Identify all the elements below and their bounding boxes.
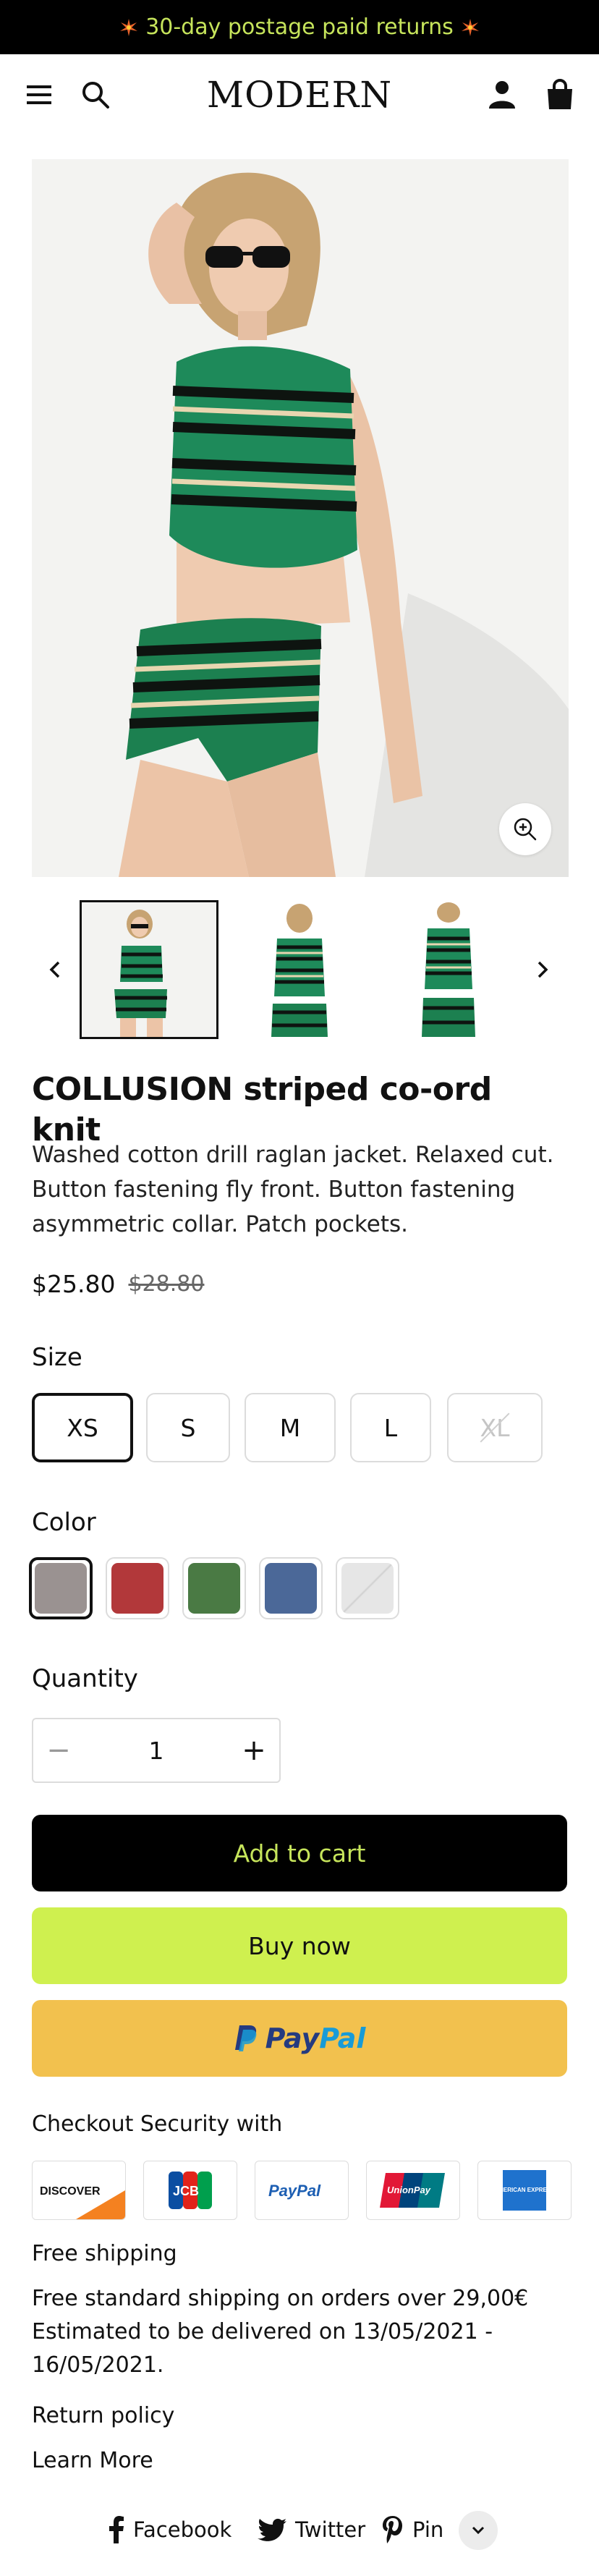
shipping-line-1: Free standard shipping on orders over 29…: [32, 2286, 529, 2311]
size-option-xl[interactable]: XL: [447, 1393, 543, 1462]
sparkle-icon: [120, 18, 138, 36]
color-swatch-red[interactable]: [106, 1557, 169, 1619]
swatch-chip: [341, 1563, 394, 1614]
size-label: Size: [32, 1343, 82, 1372]
size-option-m[interactable]: M: [245, 1393, 336, 1462]
add-to-cart-button[interactable]: Add to cart: [32, 1815, 567, 1891]
size-option-xs[interactable]: XS: [32, 1393, 133, 1462]
swatch-chip: [111, 1563, 163, 1614]
paypal-card-icon: PayPal: [255, 2161, 349, 2220]
checkout-security-title: Checkout Security with: [32, 2111, 283, 2137]
facebook-icon: [109, 2516, 124, 2543]
amex-text: AMERICAN EXPRESS: [494, 2187, 555, 2193]
quantity-stepper: − 1 +: [32, 1718, 281, 1783]
announcement-bar: 30-day postage paid returns: [0, 0, 599, 54]
sparkle-icon: [461, 18, 479, 36]
swatch-chip: [35, 1563, 87, 1614]
product-main-image[interactable]: [32, 159, 569, 877]
color-swatch-grey[interactable]: [29, 1557, 93, 1619]
twitter-icon: [258, 2518, 286, 2541]
swatch-chip: [188, 1563, 240, 1614]
thumbnail-2[interactable]: [232, 902, 367, 1037]
size-option-l[interactable]: L: [350, 1393, 431, 1462]
thumbnail-1[interactable]: [80, 900, 218, 1039]
compare-price: $28.80: [128, 1271, 205, 1297]
discover-card-icon: DISCOVER: [32, 2161, 126, 2220]
color-swatch-green[interactable]: [182, 1557, 246, 1619]
pinterest-icon: [383, 2516, 402, 2543]
chevron-down-icon: [472, 2526, 485, 2535]
paypal-pal-text: Pal: [319, 2022, 366, 2054]
product-price: $25.80: [32, 1269, 116, 1298]
paypal-button[interactable]: PayPal: [32, 2000, 567, 2077]
share-pin-label: Pin: [412, 2517, 444, 2542]
zoom-button[interactable]: [499, 803, 551, 855]
thumbnail-carousel: [0, 899, 599, 1041]
zoom-in-icon: [514, 818, 537, 841]
jcb-text: JCB: [173, 2184, 199, 2198]
thumbnail-3[interactable]: [381, 902, 516, 1037]
shipping-line-2: Estimated to be delivered on 13/05/2021 …: [32, 2319, 493, 2344]
jcb-card-icon: JCB: [143, 2161, 237, 2220]
buy-now-button[interactable]: Buy now: [32, 1907, 567, 1984]
quantity-decrease-button[interactable]: −: [33, 1719, 84, 1781]
color-swatch-light-grey[interactable]: [336, 1557, 399, 1619]
share-facebook-label: Facebook: [133, 2517, 232, 2542]
quantity-label: Quantity: [32, 1664, 138, 1693]
unionpay-text: UnionPay: [387, 2185, 431, 2195]
chevron-left-icon[interactable]: [41, 949, 69, 990]
site-logo[interactable]: MODERN: [195, 73, 404, 116]
paypal-icon: [234, 2025, 256, 2051]
free-shipping-title: Free shipping: [32, 2241, 177, 2266]
color-label: Color: [32, 1508, 96, 1537]
color-swatch-blue[interactable]: [259, 1557, 323, 1619]
shipping-line-3: 16/05/2021.: [32, 2352, 164, 2378]
share-more-button[interactable]: [459, 2511, 498, 2550]
announcement-text: 30-day postage paid returns: [145, 14, 454, 40]
unionpay-card-icon: UnionPay: [366, 2161, 460, 2220]
search-icon[interactable]: [78, 77, 113, 112]
paypal-pay-text: Pay: [265, 2022, 320, 2054]
bag-icon[interactable]: [543, 77, 577, 112]
swatch-chip: [265, 1563, 317, 1614]
account-icon[interactable]: [485, 77, 519, 112]
size-option-s[interactable]: S: [146, 1393, 230, 1462]
quantity-value[interactable]: 1: [84, 1719, 229, 1781]
site-header: MODERN: [0, 54, 599, 137]
share-facebook[interactable]: Facebook: [109, 2508, 231, 2551]
share-twitter-label: Twitter: [295, 2517, 366, 2542]
price-row: $25.80 $28.80: [32, 1268, 204, 1300]
menu-icon[interactable]: [22, 77, 56, 112]
chevron-right-icon[interactable]: [528, 949, 557, 990]
quantity-increase-button[interactable]: +: [229, 1719, 279, 1781]
return-policy-link[interactable]: Return policy: [32, 2399, 174, 2433]
share-twitter[interactable]: Twitter: [258, 2508, 365, 2551]
paypal-card-text: PayPal: [268, 2182, 321, 2200]
discover-text: DISCOVER: [40, 2185, 101, 2198]
learn-more-link[interactable]: Learn More: [32, 2444, 153, 2478]
share-pinterest[interactable]: Pin: [382, 2508, 443, 2551]
amex-card-icon: AMERICAN EXPRESS: [477, 2161, 572, 2220]
product-description: Washed cotton drill raglan jacket. Relax…: [32, 1142, 554, 1237]
